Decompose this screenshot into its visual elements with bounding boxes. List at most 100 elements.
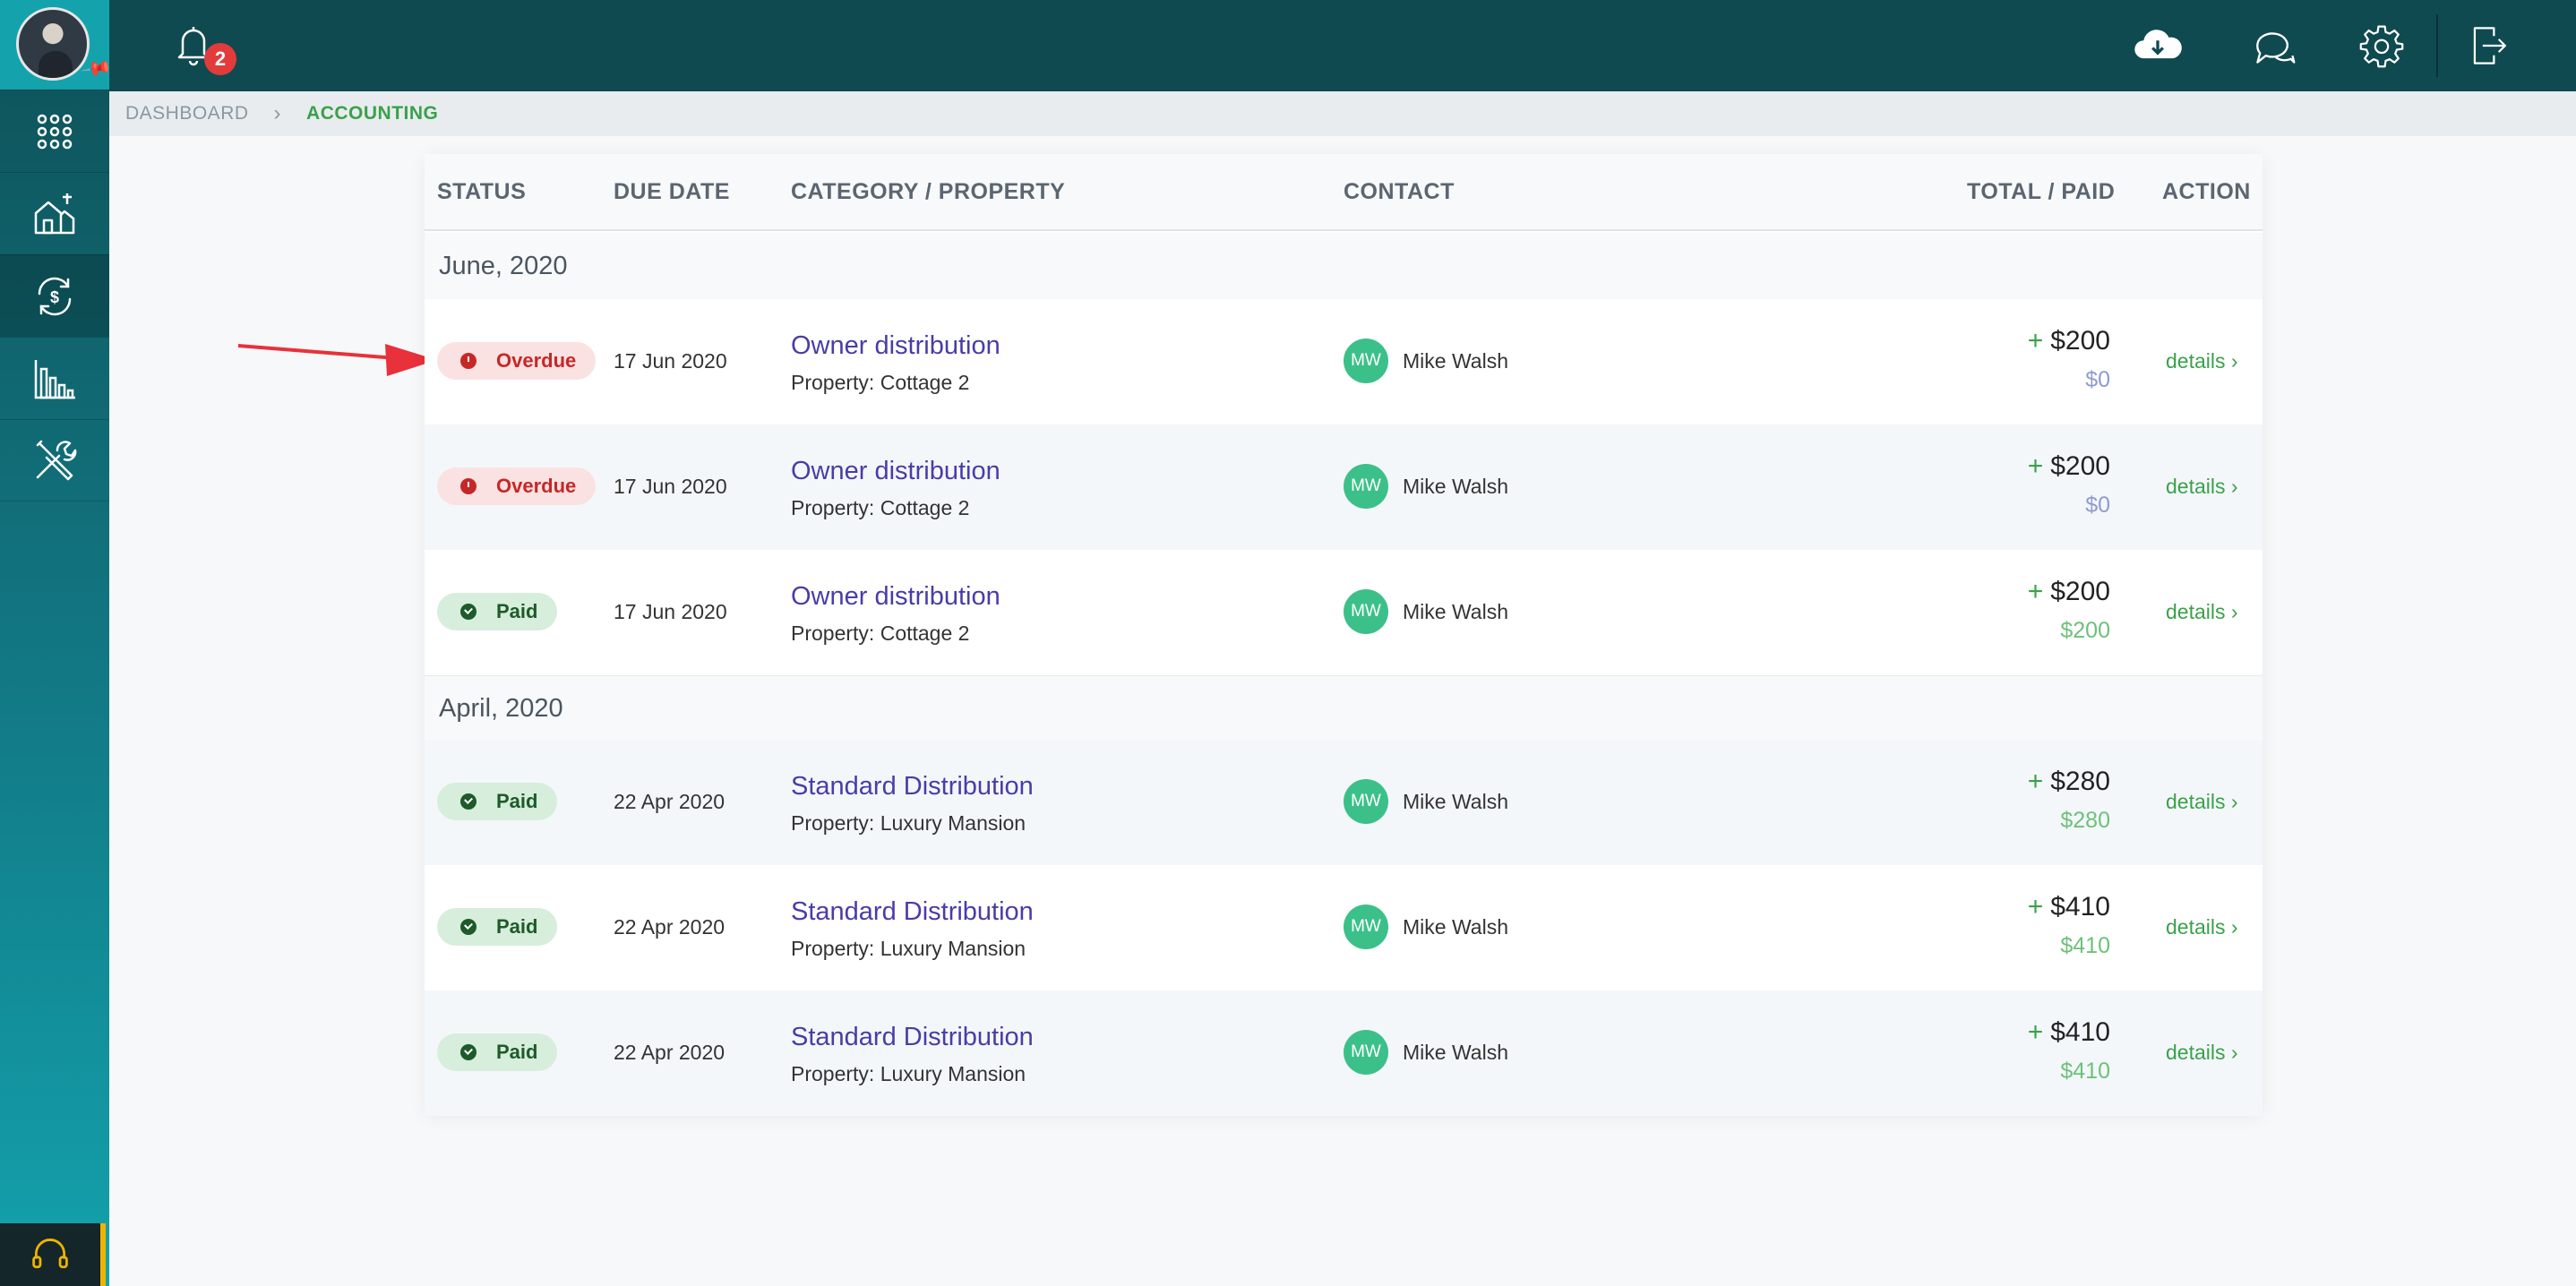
contact-avatar: MW bbox=[1344, 1030, 1388, 1075]
due-date: 17 Jun 2020 bbox=[614, 600, 727, 623]
status-label: Paid bbox=[496, 600, 538, 622]
check-icon bbox=[460, 604, 477, 620]
details-link[interactable]: details › bbox=[2166, 600, 2238, 624]
total-value: $410 bbox=[2050, 892, 2110, 922]
details-link[interactable]: details › bbox=[2166, 790, 2238, 814]
plus-sign: + bbox=[2027, 326, 2044, 356]
house-icon bbox=[34, 193, 75, 234]
header-action: ACTION bbox=[2162, 179, 2251, 204]
total-value: $200 bbox=[2050, 577, 2110, 606]
group-header: April, 2020 bbox=[425, 675, 2263, 742]
status-badge: Paid bbox=[437, 908, 558, 946]
header-category[interactable]: CATEGORY / PROPERTY bbox=[791, 179, 1065, 205]
status-badge: Paid bbox=[437, 593, 558, 630]
annotation-arrow bbox=[237, 344, 437, 376]
table-row[interactable]: Overdue 17 Jun 2020 Owner distribution P… bbox=[425, 424, 2263, 550]
details-link[interactable]: details › bbox=[2166, 1041, 2238, 1065]
details-link[interactable]: details › bbox=[2166, 915, 2238, 939]
category-link[interactable]: Standard Distribution bbox=[791, 897, 1034, 927]
logout-button[interactable] bbox=[2463, 20, 2515, 72]
chat-icon bbox=[2256, 32, 2296, 64]
total-amount: + $410 bbox=[2028, 1017, 2110, 1048]
plus-sign: + bbox=[2027, 767, 2044, 796]
plus-sign: + bbox=[2027, 892, 2044, 922]
check-icon bbox=[460, 793, 477, 810]
gear-icon bbox=[2359, 25, 2404, 68]
total-amount: + $410 bbox=[2028, 892, 2110, 922]
settings-button[interactable] bbox=[2356, 20, 2408, 72]
status-badge: Paid bbox=[437, 1033, 558, 1071]
table-row[interactable]: Paid 22 Apr 2020 Standard Distribution P… bbox=[425, 990, 2263, 1116]
table-row[interactable]: Paid 22 Apr 2020 Standard Distribution P… bbox=[425, 740, 2263, 865]
notification-count-badge: 2 bbox=[204, 43, 236, 75]
total-value: $410 bbox=[2050, 1017, 2110, 1047]
category-link[interactable]: Owner distribution bbox=[791, 331, 1000, 361]
paid-amount: $280 bbox=[2060, 808, 2110, 833]
total-value: $200 bbox=[2050, 451, 2110, 481]
total-amount: + $200 bbox=[2028, 451, 2110, 482]
property-label: Property: Cottage 2 bbox=[791, 371, 970, 394]
table-row[interactable]: Paid 17 Jun 2020 Owner distribution Prop… bbox=[425, 550, 2263, 675]
category-link[interactable]: Owner distribution bbox=[791, 457, 1000, 486]
headset-icon bbox=[32, 1239, 68, 1269]
tools-icon bbox=[36, 440, 77, 481]
download-button[interactable] bbox=[2132, 20, 2184, 72]
status-label: Paid bbox=[496, 790, 538, 812]
table-row[interactable]: Paid 22 Apr 2020 Standard Distribution P… bbox=[425, 865, 2263, 990]
category-link[interactable]: Owner distribution bbox=[791, 582, 1000, 612]
header-contact[interactable]: CONTACT bbox=[1344, 179, 1455, 205]
user-avatar-area[interactable]: 📌 bbox=[0, 0, 113, 90]
paid-amount: $0 bbox=[2085, 493, 2110, 518]
sidebar: 📌 $ bbox=[0, 0, 113, 1286]
property-label: Property: Cottage 2 bbox=[791, 622, 970, 645]
header-total[interactable]: TOTAL / PAID bbox=[1967, 179, 2115, 205]
sidebar-item-tools[interactable] bbox=[0, 419, 109, 502]
plus-sign: + bbox=[2027, 1017, 2044, 1047]
contact-avatar: MW bbox=[1344, 589, 1388, 634]
category-link[interactable]: Standard Distribution bbox=[791, 1023, 1034, 1052]
due-date: 17 Jun 2020 bbox=[614, 349, 727, 373]
cloud-download-icon bbox=[2134, 30, 2182, 59]
status-label: Overdue bbox=[496, 475, 577, 497]
status-label: Paid bbox=[496, 1041, 538, 1063]
clock-icon bbox=[460, 478, 477, 494]
money-cycle-icon: $ bbox=[38, 277, 72, 315]
header-due-date[interactable]: DUE DATE bbox=[614, 179, 730, 205]
contact-avatar: MW bbox=[1344, 339, 1388, 383]
total-amount: + $280 bbox=[2028, 767, 2110, 797]
sidebar-item-properties[interactable] bbox=[0, 172, 109, 254]
total-amount: + $200 bbox=[2028, 326, 2110, 356]
sidebar-item-apps[interactable] bbox=[0, 90, 109, 172]
status-label: Paid bbox=[496, 915, 538, 938]
sidebar-item-reports[interactable] bbox=[0, 337, 109, 419]
property-label: Property: Cottage 2 bbox=[791, 496, 970, 519]
paid-amount: $0 bbox=[2085, 367, 2110, 392]
breadcrumb-current: ACCOUNTING bbox=[306, 103, 439, 124]
due-date: 22 Apr 2020 bbox=[614, 790, 726, 813]
support-button[interactable] bbox=[0, 1223, 106, 1286]
breadcrumb-separator: › bbox=[273, 101, 282, 125]
property-label: Property: Luxury Mansion bbox=[791, 937, 1026, 960]
table-row[interactable]: Overdue 17 Jun 2020 Owner distribution P… bbox=[425, 299, 2263, 424]
property-label: Property: Luxury Mansion bbox=[791, 1062, 1026, 1085]
total-amount: + $200 bbox=[2028, 577, 2110, 607]
contact-name: Mike Walsh bbox=[1403, 915, 1508, 939]
svg-text:$: $ bbox=[50, 288, 59, 306]
paid-amount: $410 bbox=[2060, 933, 2110, 958]
avatar[interactable] bbox=[16, 7, 90, 81]
header-status[interactable]: STATUS bbox=[437, 179, 526, 205]
sidebar-item-accounting[interactable]: $ bbox=[0, 254, 109, 337]
grid-icon bbox=[37, 114, 73, 149]
due-date: 22 Apr 2020 bbox=[614, 915, 726, 939]
top-bar: 2 bbox=[109, 0, 2576, 91]
details-link[interactable]: details › bbox=[2166, 349, 2238, 373]
plus-sign: + bbox=[2027, 451, 2044, 481]
details-link[interactable]: details › bbox=[2166, 475, 2238, 499]
category-link[interactable]: Standard Distribution bbox=[791, 772, 1034, 802]
breadcrumb-dashboard-link[interactable]: DASHBOARD bbox=[125, 103, 249, 124]
chat-button[interactable] bbox=[2248, 20, 2300, 72]
total-value: $200 bbox=[2050, 326, 2110, 356]
contact-name: Mike Walsh bbox=[1403, 475, 1508, 498]
plus-sign: + bbox=[2027, 577, 2044, 606]
due-date: 22 Apr 2020 bbox=[614, 1041, 726, 1064]
